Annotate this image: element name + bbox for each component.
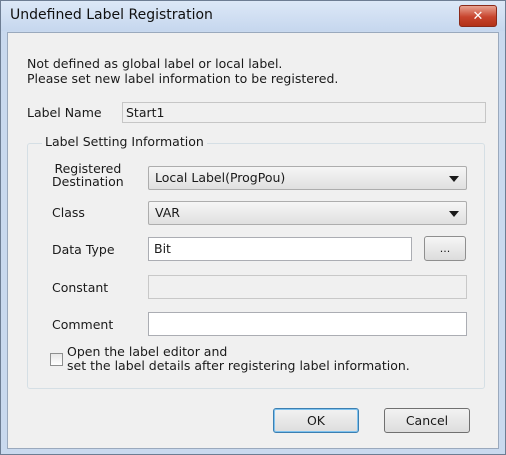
close-icon: ✕ — [472, 8, 484, 24]
chevron-down-icon — [449, 211, 459, 217]
close-button[interactable]: ✕ — [459, 5, 497, 27]
comment-input[interactable] — [148, 312, 467, 336]
registered-destination-select[interactable]: Local Label(ProgPou) — [148, 166, 467, 190]
registered-destination-value: Local Label(ProgPou) — [155, 170, 286, 185]
title-bar[interactable]: Undefined Label Registration ✕ — [1, 1, 505, 31]
label-setting-group-title: Label Setting Information — [42, 134, 207, 149]
registered-destination-label-line-2: Destination — [52, 174, 124, 189]
label-name-field: Start1 — [122, 102, 486, 123]
class-value: VAR — [155, 205, 180, 220]
label-name-label: Label Name — [27, 105, 102, 120]
data-type-browse-button[interactable]: ... — [424, 236, 466, 261]
open-label-editor-text[interactable]: Open the label editor and set the label … — [67, 345, 410, 373]
dialog-title: Undefined Label Registration — [10, 7, 213, 23]
open-label-editor-line-2: set the label details after registering … — [67, 358, 410, 373]
open-label-editor-checkbox[interactable] — [50, 353, 63, 366]
class-select[interactable]: VAR — [148, 201, 467, 225]
message-line-1: Not defined as global label or local lab… — [27, 56, 283, 71]
constant-input — [148, 275, 467, 299]
data-type-label: Data Type — [52, 242, 115, 257]
constant-label: Constant — [52, 280, 109, 295]
open-label-editor-line-1: Open the label editor and — [67, 344, 228, 359]
data-type-input[interactable]: Bit — [148, 237, 412, 261]
message-text: Not defined as global label or local lab… — [27, 56, 338, 86]
registered-destination-label: Registered Destination — [52, 162, 124, 188]
chevron-down-icon — [449, 176, 459, 182]
message-line-2: Please set new label information to be r… — [27, 71, 339, 86]
class-label: Class — [52, 205, 85, 220]
cancel-button[interactable]: Cancel — [384, 408, 470, 433]
comment-label: Comment — [52, 317, 114, 332]
ok-button[interactable]: OK — [273, 408, 359, 433]
